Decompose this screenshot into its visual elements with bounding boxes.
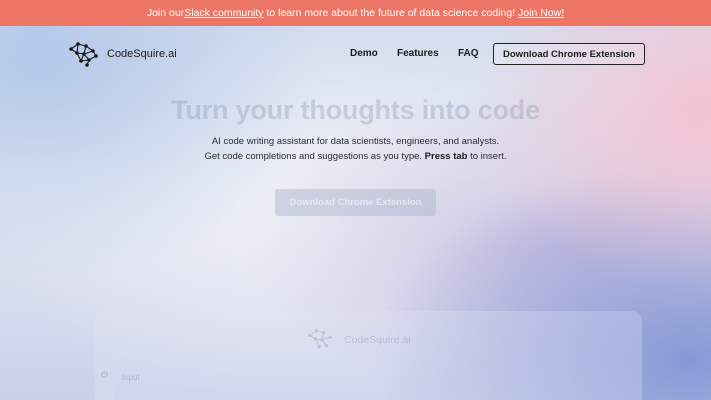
join-now-link[interactable]: Join Now! bbox=[518, 7, 564, 19]
slack-community-link[interactable]: Slack community bbox=[184, 7, 263, 19]
network-graph-icon bbox=[308, 329, 332, 349]
demo-brand-name: CodeSquire.ai bbox=[344, 334, 411, 346]
hero-subtitle-line1: AI code writing assistant for data scien… bbox=[211, 136, 500, 147]
brand-logo[interactable]: CodeSquire.ai bbox=[68, 40, 177, 68]
hero-subtitle-line2: Get code completions and suggestions as … bbox=[0, 151, 711, 162]
top-navigation: CodeSquire.ai Demo Features FAQ Download… bbox=[0, 26, 711, 82]
nav-faq-link[interactable]: FAQ bbox=[458, 48, 479, 59]
network-graph-icon bbox=[69, 42, 98, 67]
demo-sidebar bbox=[94, 362, 114, 400]
download-extension-button[interactable]: Download Chrome Extension bbox=[493, 43, 645, 65]
hero-title: Turn your thoughts into code bbox=[171, 95, 540, 125]
hero-line2-suffix: to insert. bbox=[467, 151, 507, 162]
nav-demo-link[interactable]: Demo bbox=[350, 48, 378, 59]
demo-input-cell[interactable]: Input bbox=[114, 370, 314, 386]
hero-line2-bold: Press tab bbox=[424, 151, 468, 162]
nav-features-link[interactable]: Features bbox=[397, 48, 439, 59]
demo-preview-card bbox=[94, 311, 642, 400]
demo-brand-logo: CodeSquire.ai bbox=[306, 328, 411, 352]
announcement-prefix: Join our bbox=[146, 7, 185, 19]
gear-icon: ⚙ bbox=[100, 370, 109, 381]
announcement-bar: Join our Slack community to learn more a… bbox=[0, 0, 711, 26]
brand-name: CodeSquire.ai bbox=[107, 48, 177, 60]
announcement-middle: to learn more about the future of data s… bbox=[263, 7, 519, 19]
hero-download-button[interactable]: Download Chrome Extension bbox=[275, 189, 436, 216]
hero-line2-prefix: Get code completions and suggestions as … bbox=[204, 151, 425, 162]
